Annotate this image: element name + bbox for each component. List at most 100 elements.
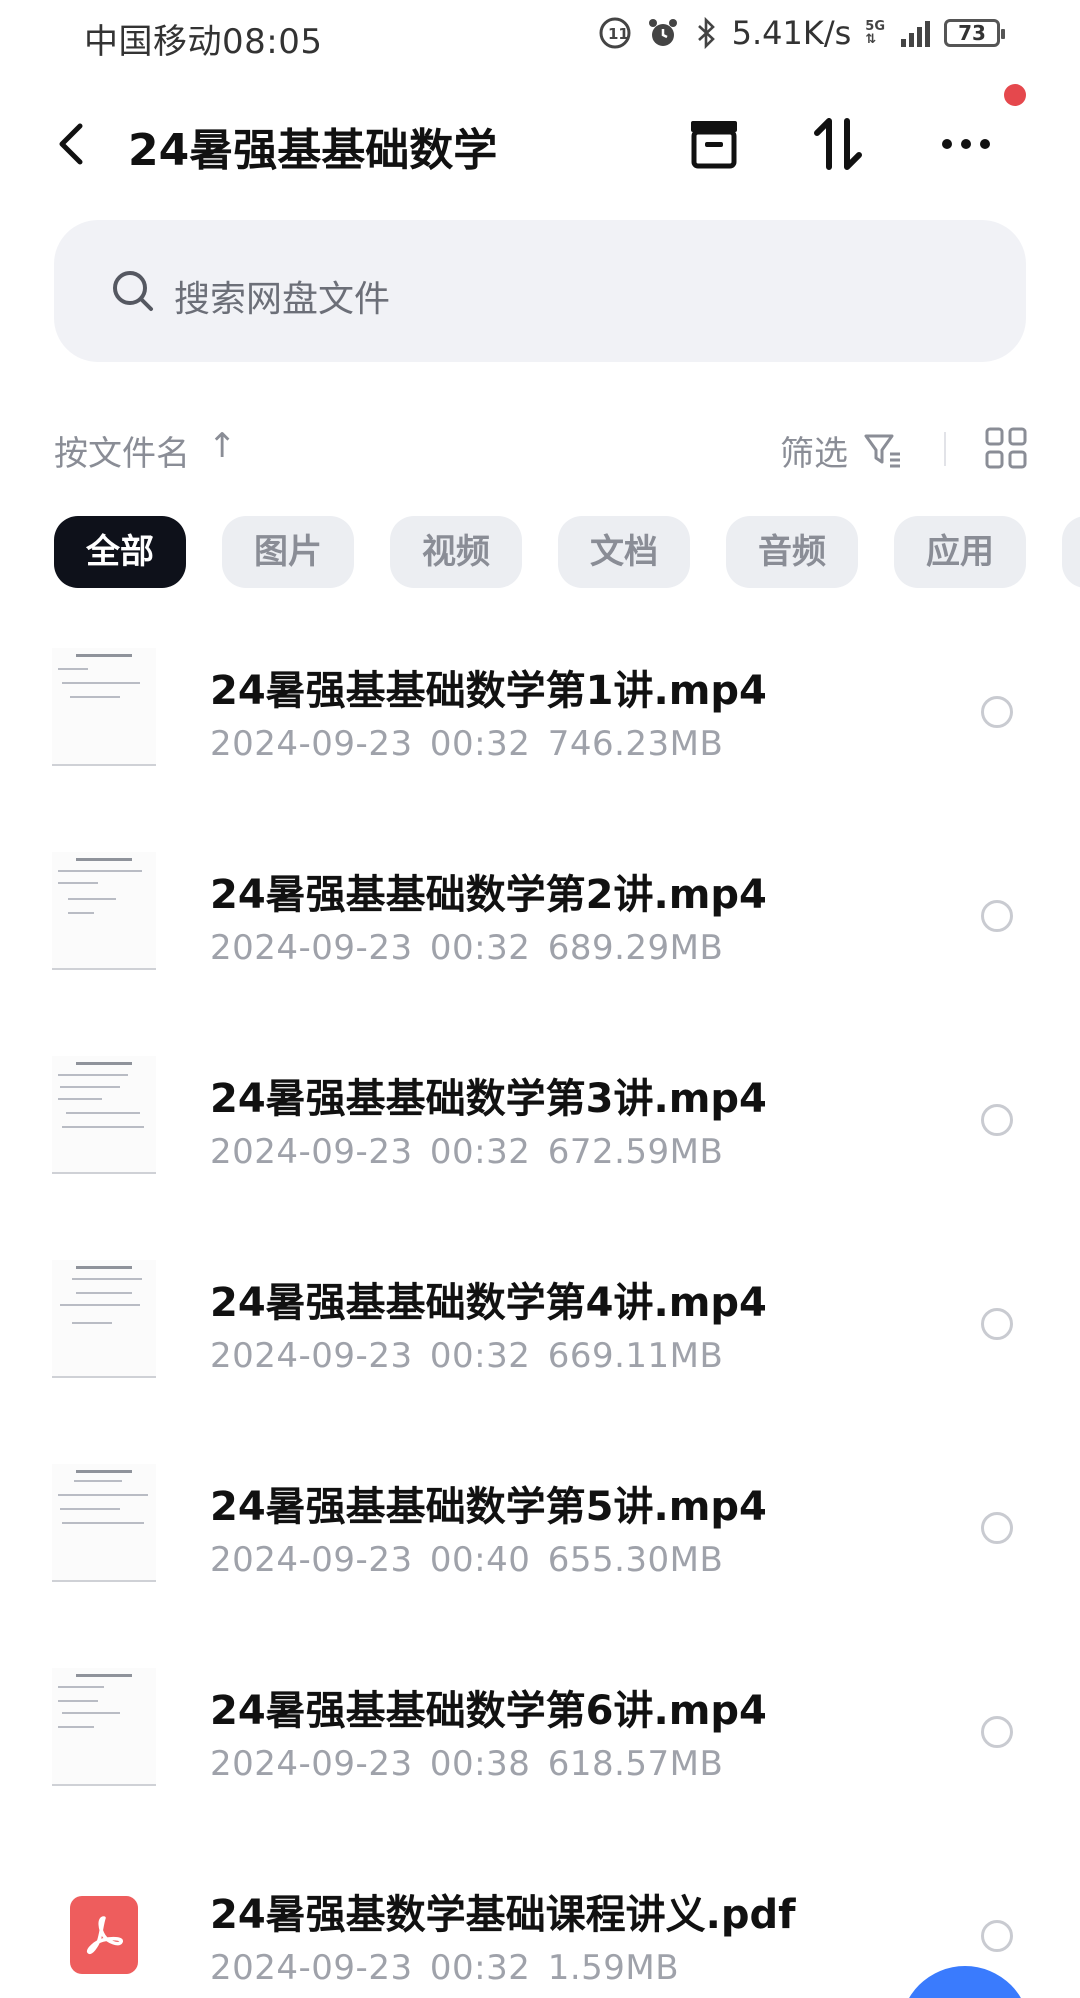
file-date: 2024-09-23 (210, 1540, 413, 1580)
video-thumbnail (52, 1464, 156, 1582)
video-thumbnail (52, 1056, 156, 1174)
file-name: 24暑强基基础数学第1讲.mp4 (210, 668, 767, 714)
search-icon (113, 271, 153, 311)
list-item[interactable]: 24暑强基基础数学第1讲.mp4 2024-09-23 00:32 746.23… (0, 620, 1080, 824)
tab-videos[interactable]: 视频 (390, 516, 522, 588)
file-name: 24暑强基基础数学第4讲.mp4 (210, 1280, 767, 1326)
battery-icon: 73 (944, 19, 1005, 47)
file-time: 00:32 (429, 1132, 531, 1172)
file-time: 00:40 (429, 1540, 531, 1580)
signal-strength-icon (901, 19, 930, 47)
file-size: 618.57MB (547, 1744, 724, 1784)
transfer-button[interactable] (806, 112, 870, 176)
archive-button[interactable] (682, 112, 746, 176)
network-speed: 5.41K/s (731, 14, 852, 52)
file-name: 24暑强基数学基础课程讲义.pdf (210, 1892, 796, 1938)
file-meta: 2024-09-23 00:32 1.59MB (210, 1948, 679, 1988)
hd-voice-icon: 11 (598, 16, 632, 50)
file-name: 24暑强基基础数学第6讲.mp4 (210, 1688, 767, 1734)
transfer-arrows-icon (814, 118, 862, 170)
sort-filter-row: 按文件名 ↑ 筛选 (0, 420, 1080, 480)
app-header: 24暑强基基础数学 (0, 90, 1080, 200)
bluetooth-icon (694, 16, 718, 50)
file-name: 24暑强基基础数学第2讲.mp4 (210, 872, 767, 918)
file-time: 00:32 (429, 1948, 531, 1988)
file-size: 672.59MB (547, 1132, 724, 1172)
filter-button[interactable]: 筛选 (780, 426, 848, 475)
status-left: 中国移动08:05 (84, 14, 322, 63)
file-time: 00:32 (429, 928, 531, 968)
list-item[interactable]: 24暑强基基础数学第4讲.mp4 2024-09-23 00:32 669.11… (0, 1232, 1080, 1436)
select-radio[interactable] (981, 1716, 1013, 1748)
list-item[interactable]: 24暑强基基础数学第5讲.mp4 2024-09-23 00:40 655.30… (0, 1436, 1080, 1640)
file-time: 00:38 (429, 1744, 531, 1784)
tab-images[interactable]: 图片 (222, 516, 354, 588)
select-radio[interactable] (981, 1920, 1013, 1952)
grid-view-icon[interactable] (984, 426, 1028, 470)
file-name: 24暑强基基础数学第3讲.mp4 (210, 1076, 767, 1122)
select-radio[interactable] (981, 1308, 1013, 1340)
chevron-left-icon (59, 123, 83, 165)
file-date: 2024-09-23 (210, 1336, 413, 1376)
search-bar[interactable]: 搜索网盘文件 (54, 220, 1026, 362)
battery-level: 73 (958, 21, 986, 45)
status-bar: 中国移动08:05 11 5.41K/s 5G ⇅ 73 (0, 0, 1080, 70)
video-thumbnail (52, 1668, 156, 1786)
search-placeholder: 搜索网盘文件 (174, 279, 391, 320)
list-item[interactable]: 24暑强基数学基础课程讲义.pdf 2024-09-23 00:32 1.59M… (0, 1844, 1080, 1998)
file-size: 669.11MB (547, 1336, 724, 1376)
archive-box-icon (691, 121, 737, 169)
select-radio[interactable] (981, 1512, 1013, 1544)
file-time: 00:32 (429, 1336, 531, 1376)
tab-documents[interactable]: 文档 (558, 516, 690, 588)
file-meta: 2024-09-23 00:32 689.29MB (210, 928, 723, 968)
video-thumbnail (52, 1260, 156, 1378)
back-button[interactable] (48, 116, 98, 172)
file-meta: 2024-09-23 00:32 746.23MB (210, 724, 723, 764)
file-meta: 2024-09-23 00:38 618.57MB (210, 1744, 723, 1784)
carrier-name: 中国移动 (84, 22, 222, 62)
file-size: 689.29MB (547, 928, 724, 968)
more-icon (942, 139, 990, 149)
tab-all[interactable]: 全部 (54, 516, 186, 588)
video-thumbnail (52, 852, 156, 970)
file-date: 2024-09-23 (210, 1744, 413, 1784)
file-size: 655.30MB (547, 1540, 724, 1580)
file-date: 2024-09-23 (210, 1948, 413, 1988)
more-button[interactable] (934, 112, 998, 176)
category-tabs: 全部 图片 视频 文档 音频 应用 (54, 516, 1080, 588)
list-item[interactable]: 24暑强基基础数学第2讲.mp4 2024-09-23 00:32 689.29… (0, 824, 1080, 1028)
pdf-file-icon (70, 1896, 138, 1974)
divider (944, 432, 946, 466)
tab-audio[interactable]: 音频 (726, 516, 858, 588)
list-item[interactable]: 24暑强基基础数学第6讲.mp4 2024-09-23 00:38 618.57… (0, 1640, 1080, 1844)
tab-more-peek[interactable] (1062, 516, 1080, 588)
file-name: 24暑强基基础数学第5讲.mp4 (210, 1484, 767, 1530)
file-date: 2024-09-23 (210, 928, 413, 968)
sort-direction-arrow-icon[interactable]: ↑ (208, 426, 237, 466)
file-size: 1.59MB (547, 1948, 680, 1988)
filter-icon[interactable] (862, 430, 902, 470)
tab-apps[interactable]: 应用 (894, 516, 1026, 588)
status-right: 11 5.41K/s 5G ⇅ 73 (598, 14, 1005, 52)
page-title: 24暑强基基础数学 (128, 125, 498, 176)
file-meta: 2024-09-23 00:32 669.11MB (210, 1336, 723, 1376)
data-arrows-icon: ⇅ (865, 32, 877, 47)
list-item[interactable]: 24暑强基基础数学第3讲.mp4 2024-09-23 00:32 672.59… (0, 1028, 1080, 1232)
video-thumbnail (52, 648, 156, 766)
file-meta: 2024-09-23 00:40 655.30MB (210, 1540, 723, 1580)
file-meta: 2024-09-23 00:32 672.59MB (210, 1132, 723, 1172)
select-radio[interactable] (981, 900, 1013, 932)
sort-by-name-button[interactable]: 按文件名 (54, 426, 190, 475)
file-date: 2024-09-23 (210, 1132, 413, 1172)
alarm-icon (646, 16, 680, 50)
clock: 08:05 (222, 22, 323, 62)
file-date: 2024-09-23 (210, 724, 413, 764)
select-radio[interactable] (981, 696, 1013, 728)
notification-dot (1004, 84, 1026, 106)
network-type: 5G ⇅ (865, 20, 885, 46)
svg-text:11: 11 (608, 25, 629, 43)
file-size: 746.23MB (547, 724, 724, 764)
file-time: 00:32 (429, 724, 531, 764)
select-radio[interactable] (981, 1104, 1013, 1136)
